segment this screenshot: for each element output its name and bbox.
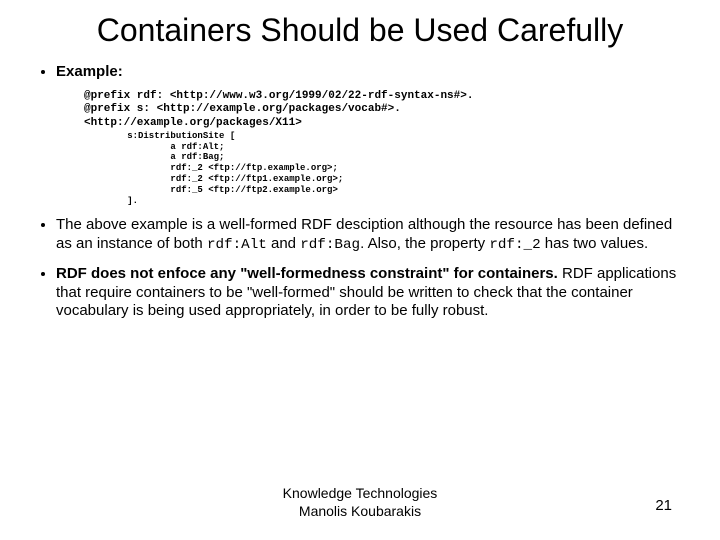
p1-code-3: rdf:_2	[489, 237, 540, 253]
paragraph-1: The above example is a well-formed RDF d…	[56, 216, 684, 255]
paragraph-2: RDF does not enfoce any "well-formedness…	[56, 265, 684, 321]
footer-line-1: Knowledge Technologies	[283, 485, 438, 501]
page-number: 21	[655, 497, 672, 514]
code-line-3: <http://example.org/packages/X11>	[84, 117, 302, 129]
code-line-1: @prefix rdf: <http://www.w3.org/1999/02/…	[84, 90, 473, 102]
p1-code-1: rdf:Alt	[207, 237, 267, 253]
example-label: Example:	[56, 63, 123, 80]
code-block: @prefix rdf: <http://www.w3.org/1999/02/…	[84, 90, 684, 207]
footer: Knowledge Technologies Manolis Koubaraki…	[0, 485, 720, 520]
p1-code-2: rdf:Bag	[300, 237, 360, 253]
footer-line-2: Manolis Koubarakis	[299, 503, 421, 519]
body-list: Example: @prefix rdf: <http://www.w3.org…	[36, 63, 684, 321]
p1-text-c: . Also, the property	[360, 235, 489, 252]
code-line-2: @prefix s: <http://example.org/packages/…	[84, 103, 401, 115]
code-small-block: s:DistributionSite [ a rdf:Alt; a rdf:Ba…	[84, 131, 684, 207]
slide: Containers Should be Used Carefully Exam…	[0, 0, 720, 540]
example-heading: Example: @prefix rdf: <http://www.w3.org…	[56, 63, 684, 207]
p1-text-b: and	[267, 235, 300, 252]
p1-text-d: has two values.	[541, 235, 649, 252]
slide-title: Containers Should be Used Carefully	[36, 12, 684, 49]
p2-bold: RDF does not enfoce any "well-formedness…	[56, 265, 558, 282]
